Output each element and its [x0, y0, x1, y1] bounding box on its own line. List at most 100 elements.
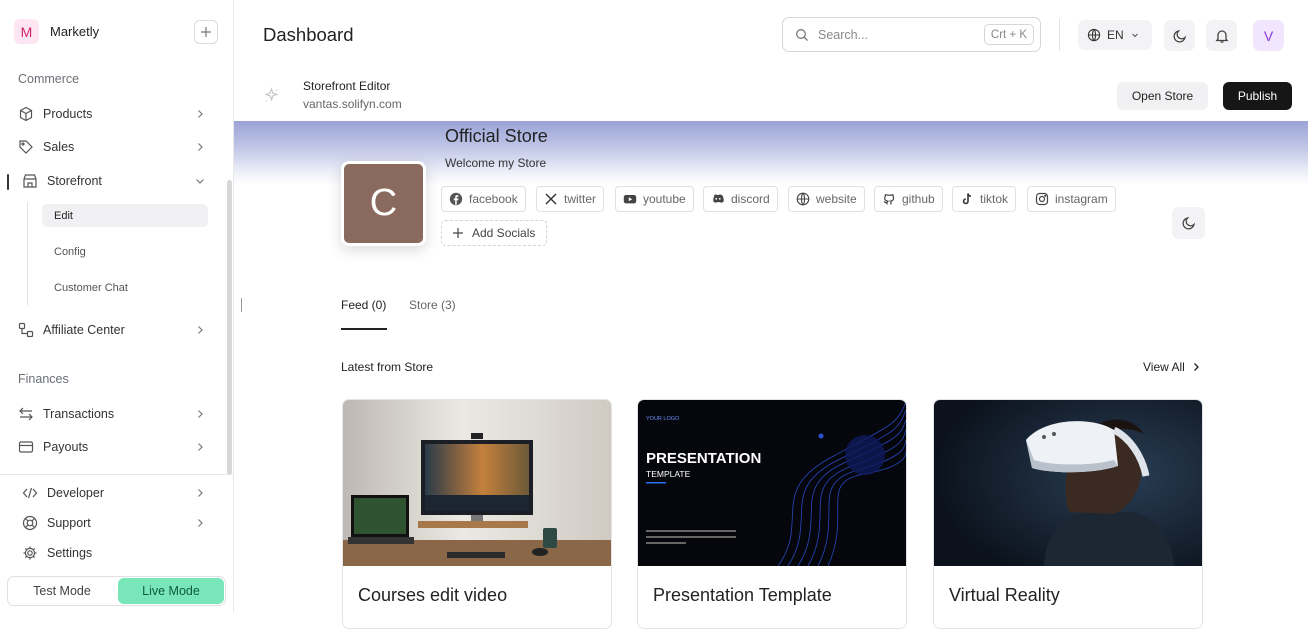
social-label: github — [902, 192, 935, 206]
sidebar-item-payouts[interactable]: Payouts — [18, 434, 214, 460]
globe-icon — [796, 192, 810, 206]
social-label: website — [816, 192, 857, 206]
chevron-right-icon — [198, 489, 203, 497]
product-card[interactable]: Virtual Reality — [933, 399, 1203, 629]
workspace-name: Marketly — [50, 24, 100, 39]
view-all-link[interactable]: View All — [1143, 360, 1201, 374]
add-workspace-button[interactable] — [194, 20, 218, 44]
arrows-exchange-icon — [19, 407, 33, 421]
image-heading-text: PRESENTATION — [646, 450, 761, 467]
social-link-youtube[interactable]: youtube — [615, 186, 694, 212]
sidebar-item-transactions[interactable]: Transactions — [18, 401, 214, 427]
social-label: twitter — [564, 192, 597, 206]
notifications-button[interactable] — [1206, 20, 1237, 51]
add-socials-button[interactable]: Add Socials — [441, 220, 547, 246]
plus-icon — [201, 27, 211, 37]
top-header: Dashboard Search... Crt + K EN V — [234, 0, 1308, 70]
bell-icon — [1214, 29, 1229, 43]
sparkles-icon — [264, 87, 279, 102]
github-icon — [883, 194, 895, 205]
store-welcome-text: Welcome my Store — [445, 156, 547, 170]
plus-icon — [453, 228, 463, 238]
preview-theme-toggle[interactable] — [1172, 207, 1205, 239]
sidebar-subitem-edit[interactable]: Edit — [42, 204, 208, 227]
sidebar-item-label: Storefront — [47, 174, 102, 188]
publish-button[interactable]: Publish — [1223, 82, 1292, 110]
moon-icon — [1172, 29, 1186, 43]
editor-bar: Storefront Editor vantas.solifyn.com Ope… — [234, 70, 1308, 121]
social-link-twitter[interactable]: twitter — [536, 186, 605, 212]
test-mode-button[interactable]: Test Mode — [9, 578, 115, 604]
chevron-down-icon — [1131, 33, 1138, 38]
sidebar-item-storefront[interactable]: Storefront — [22, 168, 214, 194]
resize-handle[interactable] — [241, 298, 242, 312]
lifebuoy-icon — [22, 515, 38, 531]
sidebar-scrollbar[interactable] — [227, 180, 232, 475]
sidebar-subitem-config[interactable]: Config — [42, 240, 208, 263]
section-label-commerce: Commerce — [18, 72, 80, 86]
sidebar-item-products[interactable]: Products — [18, 101, 214, 127]
moon-icon — [1181, 216, 1195, 230]
search-input[interactable]: Search... Crt + K — [782, 17, 1041, 52]
language-label: EN — [1107, 28, 1124, 42]
product-card[interactable]: YOUR LOGO PRESENTATION TEMPLATE Presenta… — [637, 399, 907, 629]
youtube-icon — [623, 195, 637, 204]
section-label-finances: Finances — [18, 372, 69, 386]
social-link-tiktok[interactable]: tiktok — [952, 186, 1017, 212]
active-tab-indicator — [341, 328, 387, 330]
store-url[interactable]: vantas.solifyn.com — [303, 97, 402, 111]
submenu-guide — [27, 202, 28, 305]
language-selector[interactable]: EN — [1078, 20, 1152, 50]
workspace-switcher[interactable]: M Marketly — [14, 19, 99, 44]
social-label: instagram — [1055, 192, 1108, 206]
image-subheading-text: TEMPLATE — [646, 469, 691, 479]
editor-title: Storefront Editor — [303, 79, 391, 93]
sidebar-item-developer[interactable]: Developer — [22, 480, 214, 506]
product-image-vr-headset — [934, 400, 1202, 566]
package-icon — [19, 106, 33, 122]
sidebar-item-sales[interactable]: Sales — [18, 134, 214, 160]
chevron-right-icon — [198, 143, 203, 151]
tag-icon — [19, 140, 33, 154]
social-label: youtube — [643, 192, 686, 206]
product-title: Courses edit video — [358, 585, 508, 605]
sidebar-item-settings[interactable]: Settings — [22, 540, 214, 566]
sidebar-item-label: Support — [47, 516, 91, 530]
image-logo-text: YOUR LOGO — [646, 416, 680, 422]
chevron-right-icon — [1193, 363, 1199, 371]
store-avatar[interactable]: C — [341, 161, 426, 246]
globe-icon — [1087, 28, 1101, 42]
sidebar-item-affiliate-center[interactable]: Affiliate Center — [18, 317, 214, 343]
product-title: Presentation Template — [653, 585, 832, 605]
sidebar-subitem-customer-chat[interactable]: Customer Chat — [42, 276, 208, 299]
sidebar-item-label: Settings — [47, 546, 93, 560]
chevron-right-icon — [198, 326, 203, 334]
sidebar-divider — [0, 474, 233, 475]
social-link-facebook[interactable]: facebook — [441, 186, 526, 212]
product-card[interactable]: Courses edit video — [342, 399, 612, 629]
tiktok-icon — [962, 193, 972, 205]
chevron-right-icon — [198, 110, 203, 118]
page-title: Dashboard — [263, 24, 354, 45]
tab-feed[interactable]: Feed (0) — [341, 298, 386, 312]
sidebar-item-label: Transactions — [43, 407, 115, 421]
social-link-website[interactable]: website — [788, 186, 865, 212]
workspace-avatar: M — [14, 19, 39, 44]
sidebar-item-support[interactable]: Support — [22, 510, 214, 536]
view-all-label: View All — [1143, 360, 1185, 374]
discord-icon — [713, 194, 724, 203]
mode-toggle[interactable]: Test Mode Live Mode — [7, 576, 226, 606]
sidebar-item-label: Payouts — [43, 440, 89, 454]
live-mode-button[interactable]: Live Mode — [118, 578, 224, 604]
sidebar-item-label: Products — [43, 107, 93, 121]
social-link-instagram[interactable]: instagram — [1027, 186, 1116, 212]
user-avatar[interactable]: V — [1253, 20, 1284, 51]
open-store-button[interactable]: Open Store — [1117, 82, 1208, 110]
tab-store[interactable]: Store (3) — [409, 298, 456, 312]
social-label: discord — [731, 192, 770, 206]
sidebar-item-label: Sales — [43, 140, 75, 154]
social-link-discord[interactable]: discord — [703, 186, 778, 212]
store-name: Official Store — [445, 126, 548, 146]
theme-toggle-button[interactable] — [1164, 20, 1195, 51]
social-link-github[interactable]: github — [874, 186, 943, 212]
